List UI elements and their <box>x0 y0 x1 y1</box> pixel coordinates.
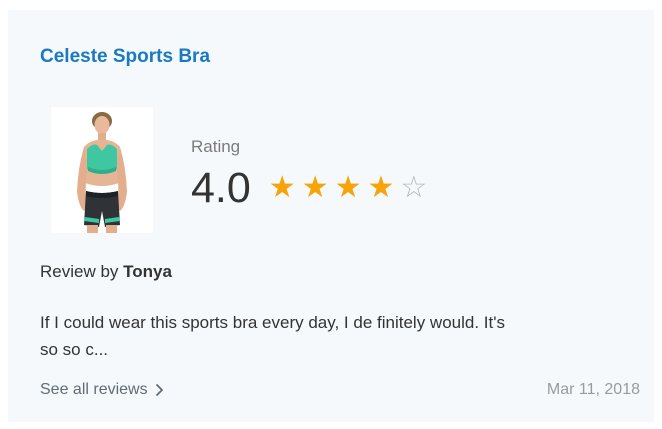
review-card: Celeste Sports Bra Rating 4.0 ★ ★ ★ ★ ☆ … <box>8 10 654 422</box>
review-excerpt: If I could wear this sports bra every da… <box>40 313 505 359</box>
review-by-prefix: Review by <box>40 262 124 281</box>
rating-row: 4.0 ★ ★ ★ ★ ☆ <box>191 164 433 212</box>
see-all-reviews-label: See all reviews <box>40 381 148 398</box>
star-filled-icon: ★ <box>367 170 395 205</box>
chevron-right-icon <box>155 384 163 396</box>
rating-summary: Rating 4.0 ★ ★ ★ ★ ☆ <box>191 136 433 212</box>
star-filled-icon: ★ <box>301 170 329 205</box>
star-filled-icon: ★ <box>334 170 362 205</box>
review-date: Mar 11, 2018 <box>546 381 640 398</box>
review-author: Tonya <box>123 262 172 281</box>
rating-value: 4.0 <box>191 164 251 212</box>
star-rating: ★ ★ ★ ★ ☆ <box>269 173 434 203</box>
review-author-line: Review by Tonya <box>40 262 172 282</box>
star-filled-icon: ★ <box>268 170 296 205</box>
product-photo-illustration <box>51 107 153 233</box>
rating-label: Rating <box>191 137 241 156</box>
see-all-reviews-link[interactable]: See all reviews <box>40 381 166 399</box>
product-image[interactable] <box>51 107 153 233</box>
product-title-link[interactable]: Celeste Sports Bra <box>40 46 210 68</box>
star-empty-icon: ☆ <box>400 170 428 205</box>
